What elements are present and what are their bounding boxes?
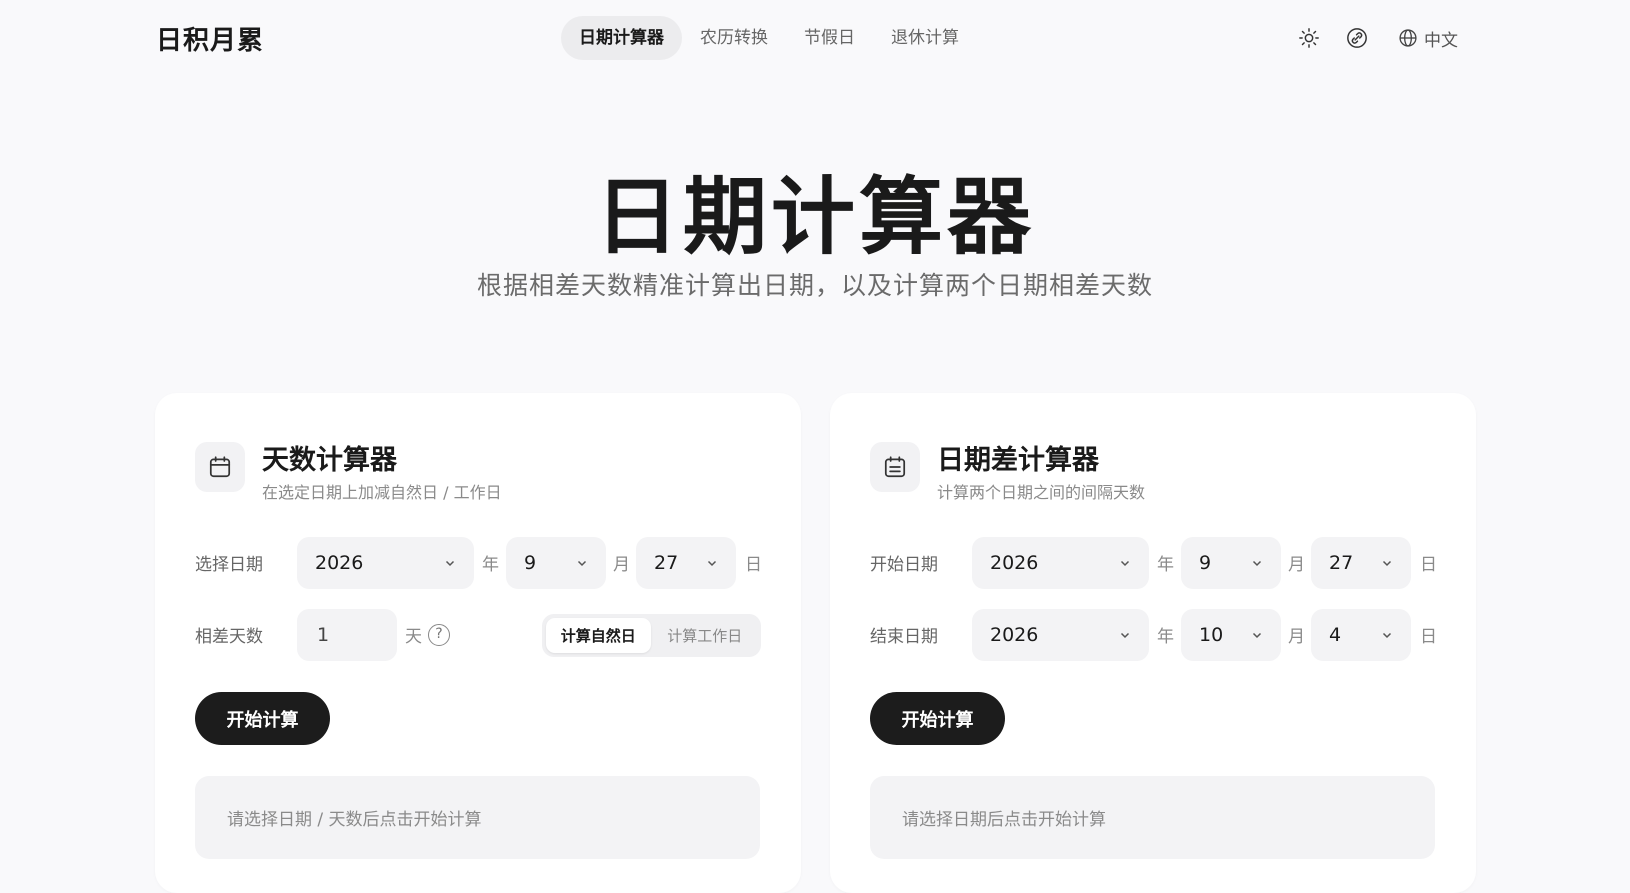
work-days-option[interactable]: 计算工作日 bbox=[653, 618, 758, 653]
day-unit: 日 bbox=[1420, 627, 1437, 647]
top-navbar: 日积月累 日期计算器 农历转换 节假日 退休计算 中文 bbox=[0, 0, 1630, 76]
days-calculator-subtitle: 在选定日期上加减自然日 / 工作日 bbox=[262, 483, 502, 502]
diff-days-unit: 天 bbox=[405, 627, 422, 647]
diff-days-label: 相差天数 bbox=[195, 627, 263, 647]
chevron-down-icon bbox=[577, 560, 587, 567]
page-title: 日期计算器 bbox=[594, 168, 1035, 266]
year-unit: 年 bbox=[1157, 555, 1174, 575]
result-panel: 请选择日期后点击开始计算 bbox=[870, 776, 1435, 859]
result-panel: 请选择日期 / 天数后点击开始计算 bbox=[195, 776, 760, 859]
help-icon[interactable]: ? bbox=[428, 624, 450, 646]
mode-toggle: 计算自然日 计算工作日 bbox=[542, 614, 761, 657]
page-subtitle: 根据相差天数精准计算出日期，以及计算两个日期相差天数 bbox=[476, 271, 1153, 300]
year-unit: 年 bbox=[482, 555, 499, 575]
end-month-select[interactable]: 10 bbox=[1181, 609, 1281, 661]
month-unit: 月 bbox=[1288, 627, 1305, 647]
start-date-label: 开始日期 bbox=[870, 555, 938, 575]
chevron-down-icon bbox=[1120, 560, 1130, 567]
main-nav: 日期计算器 农历转换 节假日 退休计算 bbox=[561, 16, 977, 60]
date-diff-calculator-card: 日期差计算器 计算两个日期之间的间隔天数 开始日期 2026 年 9 月 27 … bbox=[830, 393, 1476, 893]
natural-days-option[interactable]: 计算自然日 bbox=[546, 618, 651, 653]
end-year-select[interactable]: 2026 bbox=[972, 609, 1149, 661]
day-unit: 日 bbox=[1420, 555, 1437, 575]
start-year-select[interactable]: 2026 bbox=[972, 537, 1149, 589]
start-day-select[interactable]: 27 bbox=[1311, 537, 1411, 589]
end-day-select[interactable]: 4 bbox=[1311, 609, 1411, 661]
chevron-down-icon bbox=[1252, 560, 1262, 567]
calendar-range-icon bbox=[870, 442, 920, 492]
nav-item-holidays[interactable]: 节假日 bbox=[786, 16, 873, 60]
chevron-down-icon bbox=[1120, 632, 1130, 639]
diff-days-input[interactable]: 1 bbox=[297, 609, 397, 661]
language-switcher[interactable]: 中文 bbox=[1398, 26, 1458, 51]
chevron-down-icon bbox=[1252, 632, 1262, 639]
date-diff-title: 日期差计算器 bbox=[937, 445, 1099, 476]
chevron-down-icon bbox=[1382, 632, 1392, 639]
nav-item-lunar-convert[interactable]: 农历转换 bbox=[682, 16, 786, 60]
select-date-label: 选择日期 bbox=[195, 555, 263, 575]
globe-icon bbox=[1398, 28, 1418, 48]
start-month-select[interactable]: 9 bbox=[1181, 537, 1281, 589]
end-date-label: 结束日期 bbox=[870, 627, 938, 647]
start-calc-button[interactable]: 开始计算 bbox=[195, 692, 330, 745]
month-unit: 月 bbox=[1288, 555, 1305, 575]
month-unit: 月 bbox=[613, 555, 630, 575]
year-select[interactable]: 2026 bbox=[297, 537, 474, 589]
brand-logo[interactable]: 日积月累 bbox=[156, 20, 264, 57]
link-icon[interactable] bbox=[1345, 26, 1369, 50]
chevron-down-icon bbox=[445, 560, 455, 567]
day-unit: 日 bbox=[745, 555, 762, 575]
year-unit: 年 bbox=[1157, 627, 1174, 647]
sun-icon[interactable] bbox=[1297, 26, 1321, 50]
nav-item-date-calculator[interactable]: 日期计算器 bbox=[561, 16, 682, 60]
language-label: 中文 bbox=[1424, 30, 1458, 51]
start-calc-button[interactable]: 开始计算 bbox=[870, 692, 1005, 745]
calendar-icon bbox=[195, 442, 245, 492]
day-select[interactable]: 27 bbox=[636, 537, 736, 589]
nav-item-retirement[interactable]: 退休计算 bbox=[873, 16, 977, 60]
date-diff-subtitle: 计算两个日期之间的间隔天数 bbox=[937, 483, 1146, 502]
days-calculator-title: 天数计算器 bbox=[262, 445, 397, 476]
days-calculator-card: 天数计算器 在选定日期上加减自然日 / 工作日 选择日期 2026 年 9 月 … bbox=[155, 393, 801, 893]
month-select[interactable]: 9 bbox=[506, 537, 606, 589]
chevron-down-icon bbox=[1382, 560, 1392, 567]
chevron-down-icon bbox=[707, 560, 717, 567]
